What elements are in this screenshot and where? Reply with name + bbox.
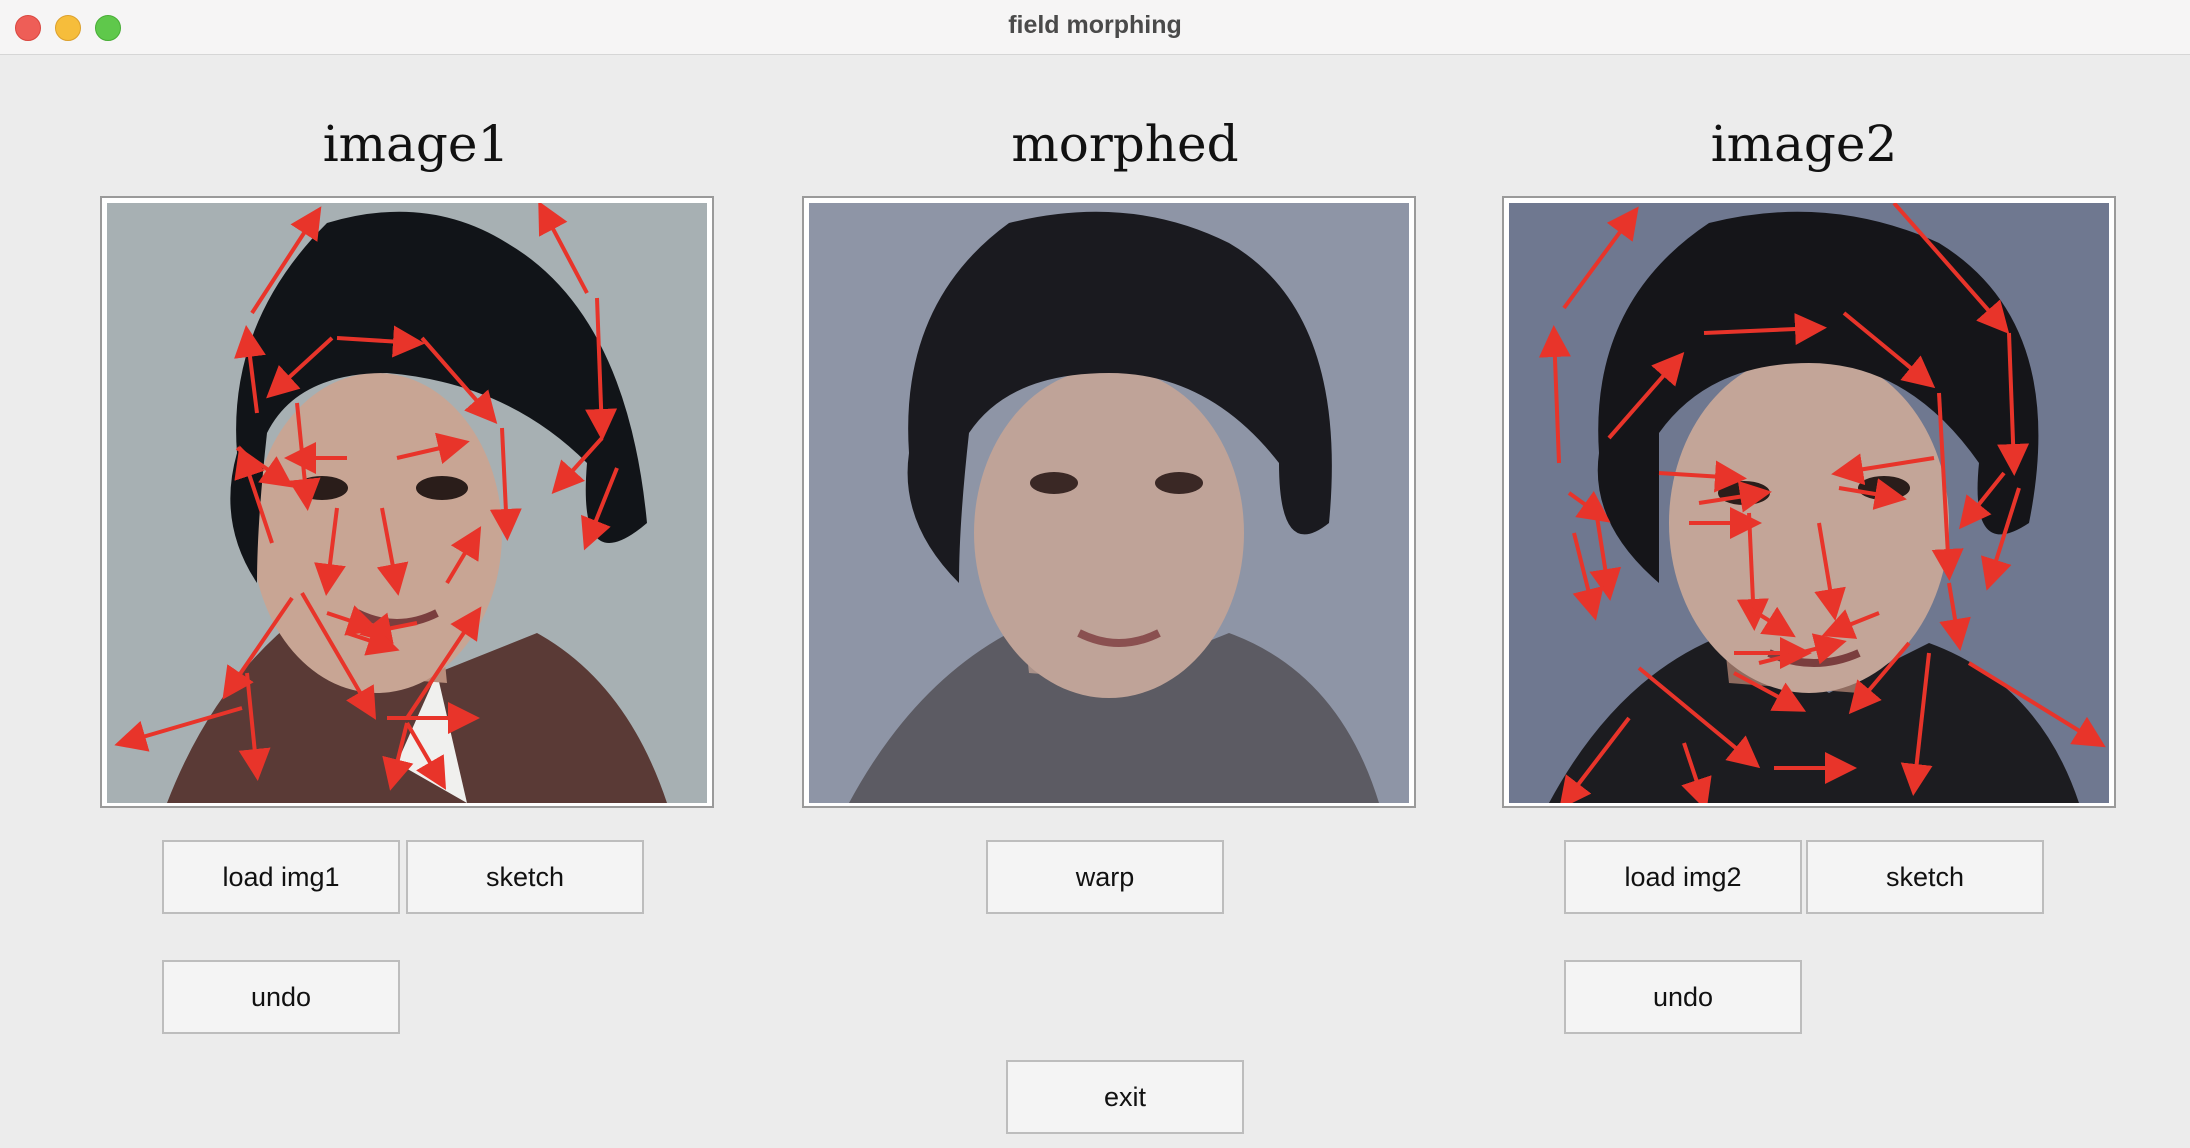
undo2-button[interactable]: undo [1564,960,1802,1034]
load-img2-button[interactable]: load img2 [1564,840,1802,914]
image2-canvas[interactable] [1502,196,2116,808]
morphed-photo [809,203,1409,803]
image1-photo [107,203,707,803]
window-title: field morphing [1008,11,1182,39]
warp-button[interactable]: warp [986,840,1224,914]
sketch2-button[interactable]: sketch [1806,840,2044,914]
image1-canvas[interactable] [100,196,714,808]
sketch1-button[interactable]: sketch [406,840,644,914]
image2-photo [1509,203,2109,803]
load-img1-button[interactable]: load img1 [162,840,400,914]
image2-title: image2 [1710,115,1898,173]
exit-button[interactable]: exit [1006,1060,1244,1134]
image1-title: image1 [322,115,510,173]
window-titlebar: field morphing [0,0,2190,55]
morphed-canvas[interactable] [802,196,1416,808]
morphed-title: morphed [1011,115,1239,173]
undo1-button[interactable]: undo [162,960,400,1034]
